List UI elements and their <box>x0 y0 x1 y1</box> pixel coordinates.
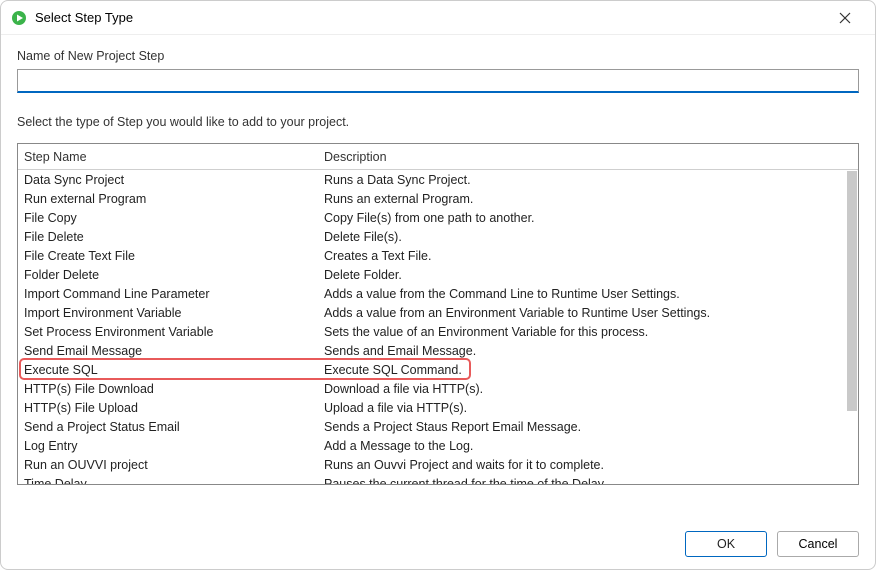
row-description: Runs an external Program. <box>318 192 858 206</box>
scrollbar-thumb[interactable] <box>847 171 857 411</box>
table-body: Data Sync ProjectRuns a Data Sync Projec… <box>18 170 858 485</box>
table-row[interactable]: Run external ProgramRuns an external Pro… <box>18 189 858 208</box>
row-step-name: Execute SQL <box>18 363 318 377</box>
table-row[interactable]: Set Process Environment VariableSets the… <box>18 322 858 341</box>
cancel-button[interactable]: Cancel <box>777 531 859 557</box>
row-step-name: Run external Program <box>18 192 318 206</box>
row-step-name: HTTP(s) File Upload <box>18 401 318 415</box>
table-row[interactable]: HTTP(s) File UploadUpload a file via HTT… <box>18 398 858 417</box>
table-row[interactable]: Data Sync ProjectRuns a Data Sync Projec… <box>18 170 858 189</box>
row-description: Execute SQL Command. <box>318 363 858 377</box>
row-step-name: Import Environment Variable <box>18 306 318 320</box>
table-row[interactable]: Import Environment VariableAdds a value … <box>18 303 858 322</box>
row-description: Adds a value from the Command Line to Ru… <box>318 287 858 301</box>
row-description: Download a file via HTTP(s). <box>318 382 858 396</box>
row-step-name: Send Email Message <box>18 344 318 358</box>
titlebar: Select Step Type <box>1 1 875 35</box>
row-step-name: Time Delay <box>18 477 318 486</box>
table-row[interactable]: Time DelayPauses the current thread for … <box>18 474 858 485</box>
close-button[interactable] <box>825 3 865 33</box>
row-description: Sends a Project Staus Report Email Messa… <box>318 420 858 434</box>
table-row[interactable]: Send Email MessageSends and Email Messag… <box>18 341 858 360</box>
app-icon <box>11 10 27 26</box>
row-step-name: File Copy <box>18 211 318 225</box>
table-row[interactable]: Run an OUVVI projectRuns an Ouvvi Projec… <box>18 455 858 474</box>
table-row[interactable]: Send a Project Status EmailSends a Proje… <box>18 417 858 436</box>
row-description: Pauses the current thread for the time o… <box>318 477 858 486</box>
row-description: Delete File(s). <box>318 230 858 244</box>
row-description: Adds a value from an Environment Variabl… <box>318 306 858 320</box>
row-description: Add a Message to the Log. <box>318 439 858 453</box>
table-row[interactable]: Execute SQLExecute SQL Command. <box>18 360 858 379</box>
row-description: Upload a file via HTTP(s). <box>318 401 858 415</box>
row-step-name: Run an OUVVI project <box>18 458 318 472</box>
row-step-name: Set Process Environment Variable <box>18 325 318 339</box>
table-row[interactable]: Folder DeleteDelete Folder. <box>18 265 858 284</box>
row-step-name: Send a Project Status Email <box>18 420 318 434</box>
table-row[interactable]: Import Command Line ParameterAdds a valu… <box>18 284 858 303</box>
column-header-name[interactable]: Step Name <box>18 150 318 164</box>
name-label: Name of New Project Step <box>17 49 859 63</box>
table-row[interactable]: HTTP(s) File DownloadDownload a file via… <box>18 379 858 398</box>
row-description: Runs a Data Sync Project. <box>318 173 858 187</box>
column-header-description[interactable]: Description <box>318 150 840 164</box>
table-row[interactable]: Log EntryAdd a Message to the Log. <box>18 436 858 455</box>
row-step-name: HTTP(s) File Download <box>18 382 318 396</box>
row-description: Sets the value of an Environment Variabl… <box>318 325 858 339</box>
table-header: Step Name Description <box>18 144 858 170</box>
step-type-table: Step Name Description Data Sync ProjectR… <box>17 143 859 485</box>
window-title: Select Step Type <box>35 10 825 25</box>
row-step-name: Log Entry <box>18 439 318 453</box>
row-description: Sends and Email Message. <box>318 344 858 358</box>
table-row[interactable]: File CopyCopy File(s) from one path to a… <box>18 208 858 227</box>
row-step-name: File Delete <box>18 230 318 244</box>
instruction-text: Select the type of Step you would like t… <box>17 115 859 129</box>
step-name-input[interactable] <box>17 69 859 93</box>
row-description: Delete Folder. <box>318 268 858 282</box>
row-step-name: Data Sync Project <box>18 173 318 187</box>
row-description: Runs an Ouvvi Project and waits for it t… <box>318 458 858 472</box>
dialog-content: Name of New Project Step Select the type… <box>1 35 875 485</box>
row-step-name: File Create Text File <box>18 249 318 263</box>
table-row[interactable]: File Create Text FileCreates a Text File… <box>18 246 858 265</box>
row-step-name: Import Command Line Parameter <box>18 287 318 301</box>
ok-button[interactable]: OK <box>685 531 767 557</box>
row-description: Creates a Text File. <box>318 249 858 263</box>
table-row[interactable]: File DeleteDelete File(s). <box>18 227 858 246</box>
dialog-footer: OK Cancel <box>685 531 859 557</box>
row-description: Copy File(s) from one path to another. <box>318 211 858 225</box>
row-step-name: Folder Delete <box>18 268 318 282</box>
